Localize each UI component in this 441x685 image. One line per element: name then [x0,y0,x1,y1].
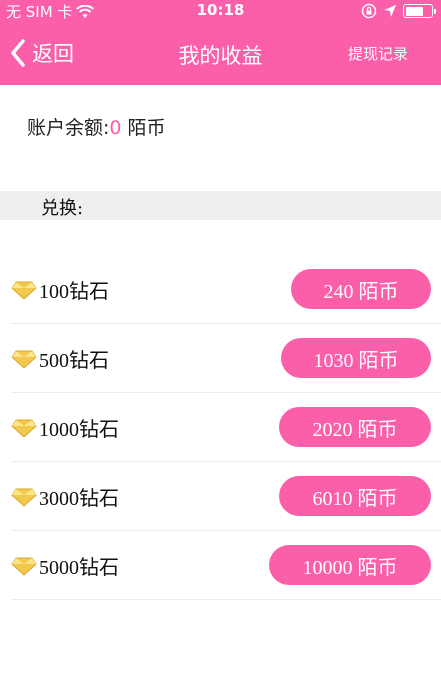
item-diamonds: 1000钻石 [39,419,119,441]
status-bar: 无 SIM 卡 10:18 [0,0,441,22]
exchange-label: 兑换: [41,198,84,219]
diamond-icon [11,350,37,369]
exchange-list: 100钻石 240 陌币 500钻石 1030 陌币 1000钻石 2020 陌… [11,255,441,600]
nav-bar: 返回 我的收益 提现记录 [0,22,441,85]
item-info: 100钻石 [11,275,109,304]
list-item: 3000钻石 6010 陌币 [11,462,441,531]
diamond-icon [11,419,37,438]
list-item: 500钻石 1030 陌币 [11,324,441,393]
item-info: 5000钻石 [11,551,119,580]
header: 无 SIM 卡 10:18 返回 我的收益 提现记录 [0,0,441,85]
exchange-section-header: 兑换: [0,191,441,220]
list-item: 5000钻石 10000 陌币 [11,531,441,600]
withdraw-history-link[interactable]: 提现记录 [348,43,408,64]
battery-icon [403,4,436,18]
exchange-button[interactable]: 240 陌币 [291,269,431,309]
item-info: 3000钻石 [11,482,119,511]
balance-unit: 陌币 [121,117,166,139]
exchange-button[interactable]: 6010 陌币 [279,476,431,516]
list-item: 100钻石 240 陌币 [11,255,441,324]
balance-label: 账户余额: [27,117,110,139]
diamond-icon [11,281,37,300]
item-info: 500钻石 [11,344,109,373]
exchange-button[interactable]: 10000 陌币 [269,545,431,585]
item-diamonds: 5000钻石 [39,557,119,579]
balance-value: 0 [109,117,122,139]
item-info: 1000钻石 [11,413,119,442]
item-diamonds: 500钻石 [39,350,109,372]
exchange-button[interactable]: 2020 陌币 [279,407,431,447]
list-item: 1000钻石 2020 陌币 [11,393,441,462]
diamond-icon [11,488,37,507]
exchange-button[interactable]: 1030 陌币 [281,338,431,378]
item-diamonds: 3000钻石 [39,488,119,510]
account-balance: 账户余额:0 陌币 [27,113,166,140]
location-icon [384,5,396,17]
status-right [361,3,436,19]
diamond-icon [11,557,37,576]
item-diamonds: 100钻石 [39,281,109,303]
rotation-lock-icon [361,3,377,19]
